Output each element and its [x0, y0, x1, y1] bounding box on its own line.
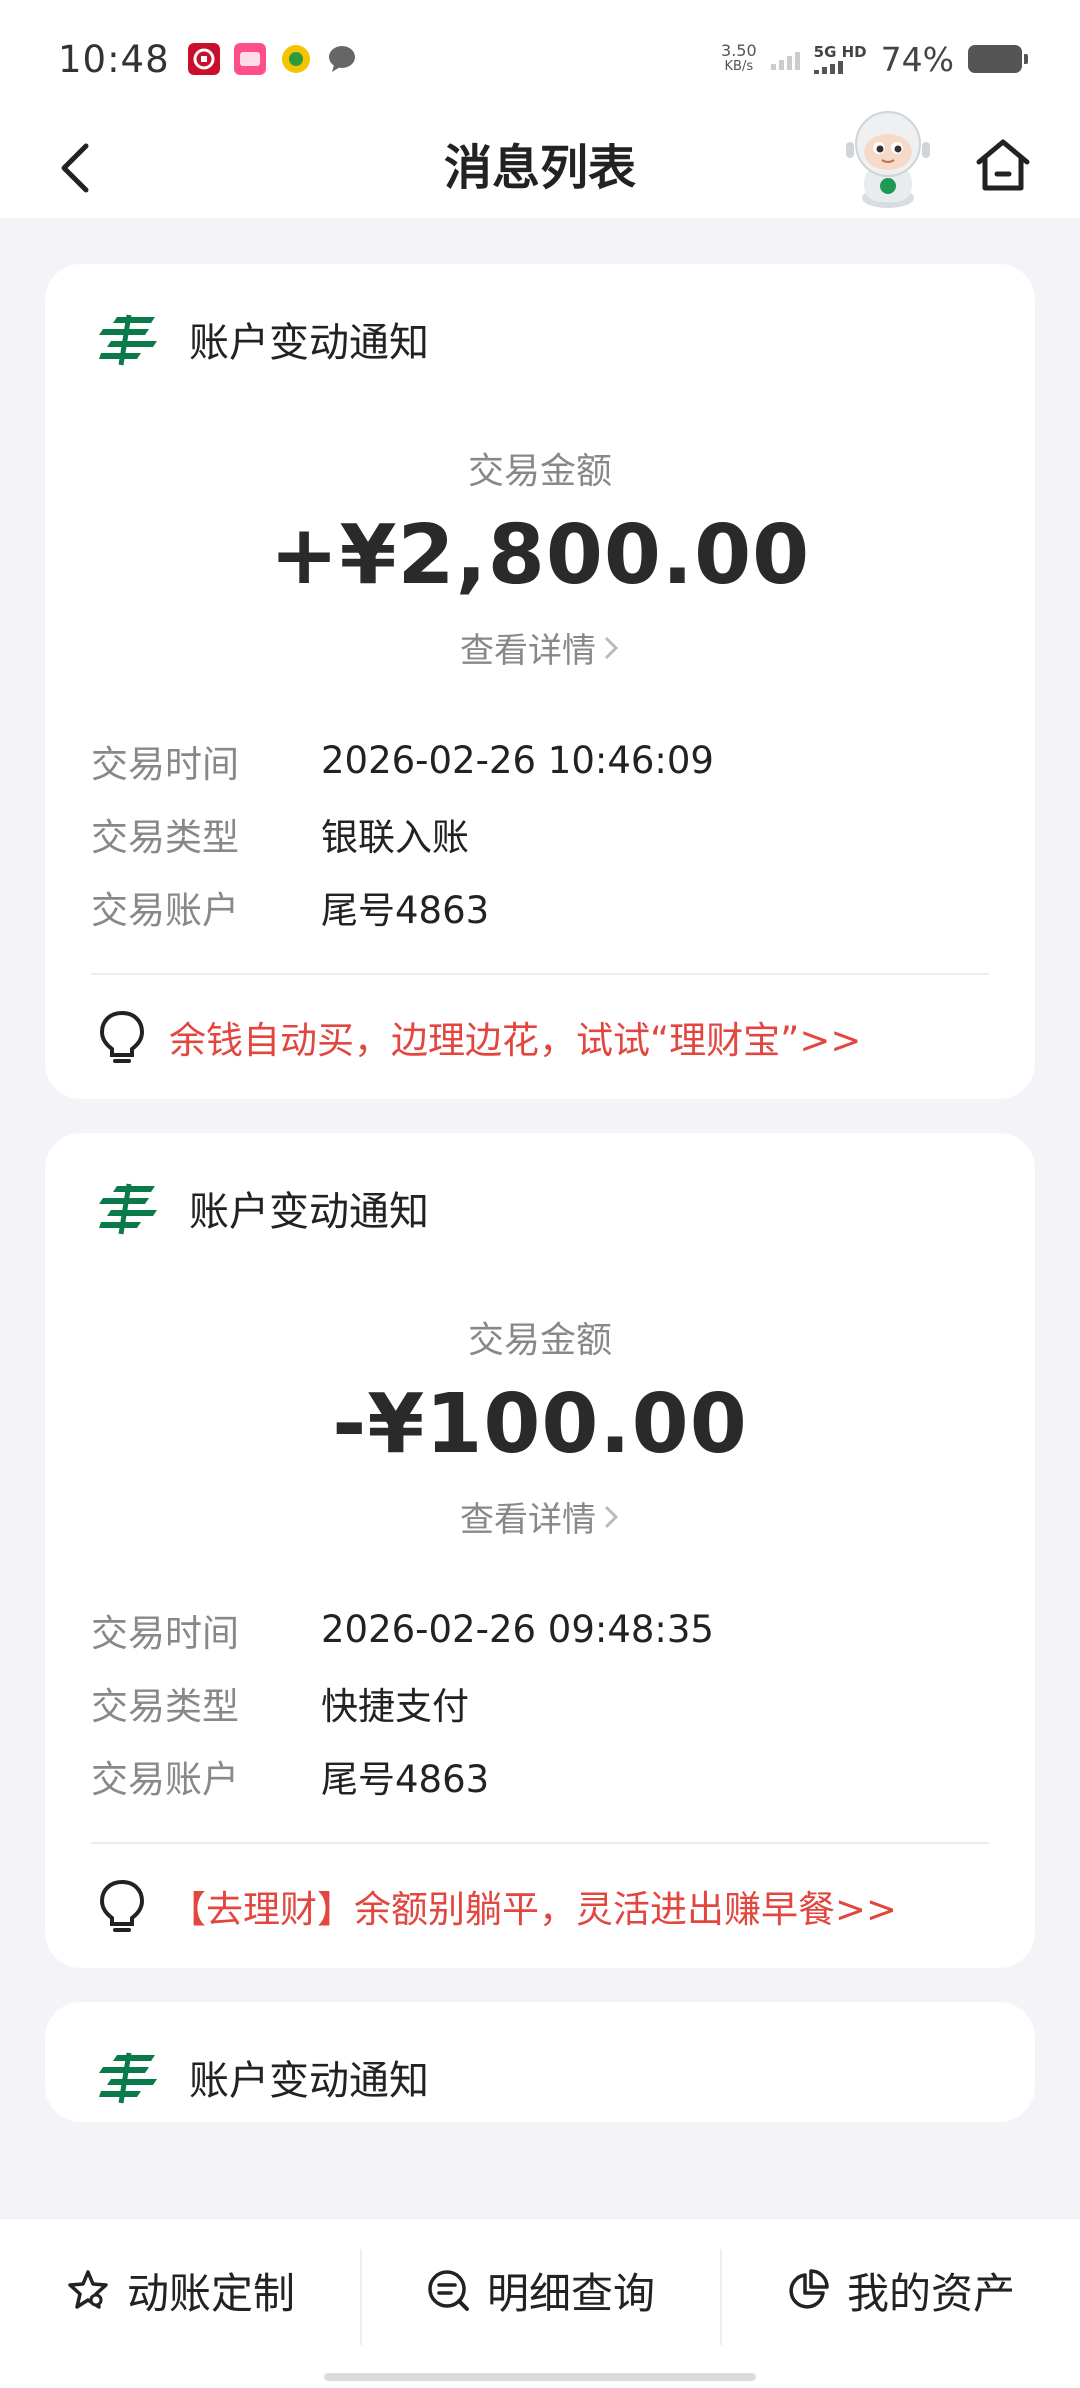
view-details-link[interactable]: 查看详情 — [91, 1492, 989, 1541]
row-value: 快捷支付 — [321, 1684, 469, 1728]
amount-value: +¥2,800.00 — [269, 508, 811, 603]
status-right: 3.50 KB/s 5G HD 74% — [721, 39, 1028, 79]
pie-chart-icon — [789, 2269, 829, 2309]
tab-detail-query[interactable]: 明细查询 — [360, 2225, 720, 2355]
detail-rows: 交易时间 2026-02-26 09:48:35 交易类型 快捷支付 交易账户 … — [91, 1593, 989, 1812]
card-title: 账户变动通知 — [189, 1189, 429, 1235]
bottom-tab-bar: 动账定制 明细查询 我的资产 — [0, 2218, 1080, 2388]
message-card[interactable]: 账户变动通知 交易金额 -¥100.00 查看详情 交易时间 2026-02-2… — [45, 1133, 1035, 1968]
star-settings-icon — [68, 2270, 108, 2309]
amount-label: 交易金额 — [467, 451, 612, 492]
tab-label: 明细查询 — [486, 2268, 655, 2318]
promo-link[interactable]: 余钱自动买，边理边花，试试“理财宝”>> — [91, 975, 989, 1099]
row-value: 尾号4863 — [321, 1757, 490, 1801]
tab-my-assets[interactable]: 我的资产 — [720, 2225, 1080, 2355]
promo-text: 【去理财】余额别躺平，灵活进出赚早餐>> — [169, 1888, 898, 1931]
card-title: 账户变动通知 — [189, 320, 429, 366]
card-header: 账户变动通知 — [91, 1173, 989, 1243]
detail-row-time: 交易时间 2026-02-26 10:46:09 — [91, 724, 989, 797]
view-details-label: 查看详情 — [460, 631, 596, 671]
signal-2-icon — [813, 60, 843, 74]
tab-label: 动账定制 — [126, 2268, 295, 2318]
notification-icons — [187, 43, 358, 75]
home-indicator[interactable] — [324, 2373, 756, 2381]
chevron-left-icon — [61, 143, 89, 193]
battery-percent: 74% — [880, 39, 954, 79]
music-app-icon — [281, 45, 310, 73]
row-key: 交易时间 — [91, 742, 239, 786]
row-key: 交易类型 — [91, 1684, 239, 1728]
back-button[interactable] — [44, 136, 108, 200]
network-speed-unit: KB/s — [724, 59, 754, 74]
promo-text: 余钱自动买，边理边花，试试“理财宝”>> — [169, 1019, 862, 1062]
home-button[interactable] — [968, 130, 1038, 200]
row-value: 尾号4863 — [321, 888, 490, 932]
lightbulb-icon — [99, 1010, 145, 1063]
card-header: 账户变动通知 — [91, 2042, 989, 2112]
signal-2-group: 5G HD — [813, 42, 867, 74]
detail-row-type: 交易类型 快捷支付 — [91, 1666, 989, 1739]
view-details-label: 查看详情 — [460, 1500, 596, 1540]
shopping-app-icon — [233, 43, 266, 75]
postal-bank-logo-icon — [99, 1183, 157, 1235]
signal-1-icon — [770, 48, 800, 70]
search-list-icon — [428, 2270, 469, 2311]
row-key: 交易时间 — [91, 1611, 239, 1655]
status-bar: 10:48 3.50 KB/s 5G HD 74% — [0, 0, 1080, 118]
detail-row-account: 交易账户 尾号4863 — [91, 1739, 989, 1812]
row-key: 交易类型 — [91, 815, 239, 859]
message-card[interactable]: 账户变动通知 — [45, 2002, 1035, 2122]
status-time: 10:48 — [58, 37, 170, 81]
bank-app-icon — [187, 43, 220, 75]
message-list: 账户变动通知 交易金额 +¥2,800.00 查看详情 交易时间 2026-02… — [45, 264, 1035, 2156]
postal-bank-logo-icon — [99, 2052, 157, 2104]
battery-icon — [968, 45, 1028, 73]
network-speed: 3.50 KB/s — [721, 43, 757, 75]
row-value: 2026-02-26 09:48:35 — [321, 1608, 714, 1651]
detail-row-type: 交易类型 银联入账 — [91, 797, 989, 870]
nav-bar: 消息列表 — [0, 111, 1080, 218]
network-type: 5G HD — [813, 42, 867, 61]
tab-account-alert-settings[interactable]: 动账定制 — [0, 2225, 360, 2355]
row-key: 交易账户 — [91, 1757, 239, 1801]
row-value: 2026-02-26 10:46:09 — [321, 739, 714, 782]
row-value: 银联入账 — [321, 815, 469, 859]
message-icon — [328, 46, 355, 72]
view-details-link[interactable]: 查看详情 — [91, 623, 989, 672]
detail-row-account: 交易账户 尾号4863 — [91, 870, 989, 943]
message-card[interactable]: 账户变动通知 交易金额 +¥2,800.00 查看详情 交易时间 2026-02… — [45, 264, 1035, 1099]
chevron-right-icon — [604, 1505, 619, 1528]
postal-bank-logo-icon — [99, 314, 157, 366]
promo-link[interactable]: 【去理财】余额别躺平，灵活进出赚早餐>> — [91, 1844, 989, 1968]
chevron-right-icon — [604, 636, 619, 659]
network-speed-value: 3.50 — [721, 41, 757, 60]
tab-label: 我的资产 — [846, 2268, 1015, 2318]
amount-value: -¥100.00 — [332, 1377, 748, 1472]
amount-label: 交易金额 — [467, 1320, 612, 1361]
card-header: 账户变动通知 — [91, 304, 989, 374]
lightbulb-icon — [99, 1879, 145, 1932]
card-title: 账户变动通知 — [189, 2058, 429, 2104]
detail-row-time: 交易时间 2026-02-26 09:48:35 — [91, 1593, 989, 1666]
detail-rows: 交易时间 2026-02-26 10:46:09 交易类型 银联入账 交易账户 … — [91, 724, 989, 943]
mascot-assistant-icon[interactable] — [842, 108, 934, 208]
row-key: 交易账户 — [91, 888, 239, 932]
home-icon — [976, 139, 1030, 191]
